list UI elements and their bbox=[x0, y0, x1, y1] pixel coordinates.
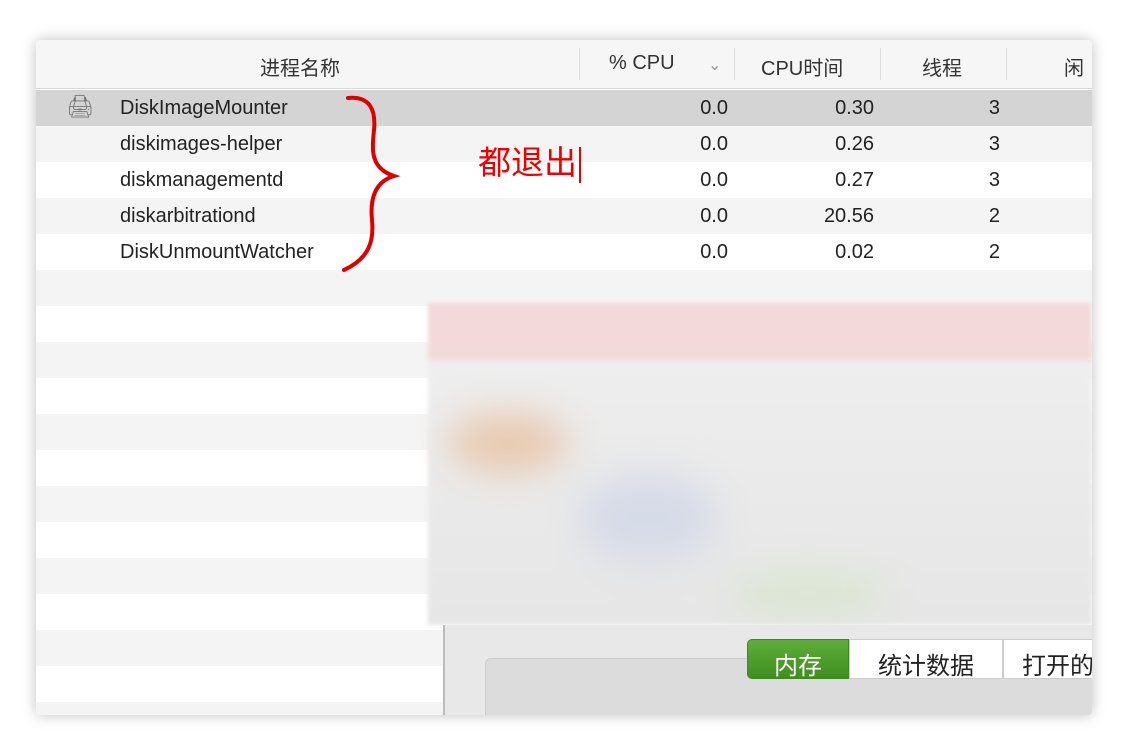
table-row[interactable]: 🖨 DiskImageMounter 0.0 0.30 3 bbox=[36, 90, 1092, 126]
table-row[interactable]: diskarbitrationd 0.0 20.56 2 bbox=[36, 198, 1092, 234]
column-threads[interactable]: 线程 bbox=[922, 52, 962, 81]
cpu-value: 0.0 bbox=[700, 205, 728, 227]
disk-image-mounter-icon: 🖨 bbox=[66, 94, 94, 119]
process-name: diskmanagementd bbox=[120, 169, 284, 191]
tab-statistics[interactable]: 统计数据 bbox=[849, 639, 1003, 680]
table-row[interactable]: DiskUnmountWatcher 0.0 0.02 2 bbox=[36, 234, 1092, 270]
cpu-value: 0.0 bbox=[700, 169, 728, 191]
cpu-time-value: 0.02 bbox=[835, 241, 874, 263]
threads-value: 3 bbox=[988, 97, 1000, 119]
cpu-value: 0.0 bbox=[700, 97, 728, 119]
column-idle[interactable]: 闲 bbox=[1064, 52, 1084, 81]
tab-open-files[interactable]: 打开的 bbox=[1003, 639, 1092, 680]
annotation-text: 都退出 bbox=[478, 136, 581, 184]
cpu-time-value: 0.26 bbox=[835, 133, 874, 155]
blurred-region bbox=[428, 303, 1092, 625]
threads-value: 3 bbox=[988, 169, 1000, 191]
tab-memory[interactable]: 内存 bbox=[747, 639, 849, 680]
column-process-name[interactable]: 进程名称 bbox=[260, 52, 340, 81]
cpu-time-value: 0.30 bbox=[835, 97, 874, 119]
threads-value: 2 bbox=[988, 205, 1000, 227]
cpu-value: 0.0 bbox=[700, 133, 728, 155]
empty-row bbox=[36, 270, 1092, 306]
threads-value: 3 bbox=[988, 133, 1000, 155]
cpu-time-value: 20.56 bbox=[823, 205, 874, 227]
process-name: diskarbitrationd bbox=[120, 205, 256, 227]
threads-value: 2 bbox=[988, 241, 1000, 263]
table-header: 进程名称 % CPU ⌄ CPU时间 线程 闲 bbox=[36, 40, 1092, 89]
process-name: DiskUnmountWatcher bbox=[120, 241, 314, 263]
process-name: diskimages-helper bbox=[120, 133, 283, 155]
cpu-time-value: 0.27 bbox=[835, 169, 874, 191]
process-name: DiskImageMounter bbox=[120, 97, 288, 119]
red-brace-annotation bbox=[342, 95, 401, 272]
column-cpu-time[interactable]: CPU时间 bbox=[761, 52, 843, 81]
bottom-panel: 内存 统计数据 打开的 bbox=[443, 625, 1092, 715]
chevron-down-icon[interactable]: ⌄ bbox=[708, 55, 721, 75]
cpu-value: 0.0 bbox=[700, 241, 728, 263]
column-cpu[interactable]: % CPU bbox=[609, 52, 675, 75]
